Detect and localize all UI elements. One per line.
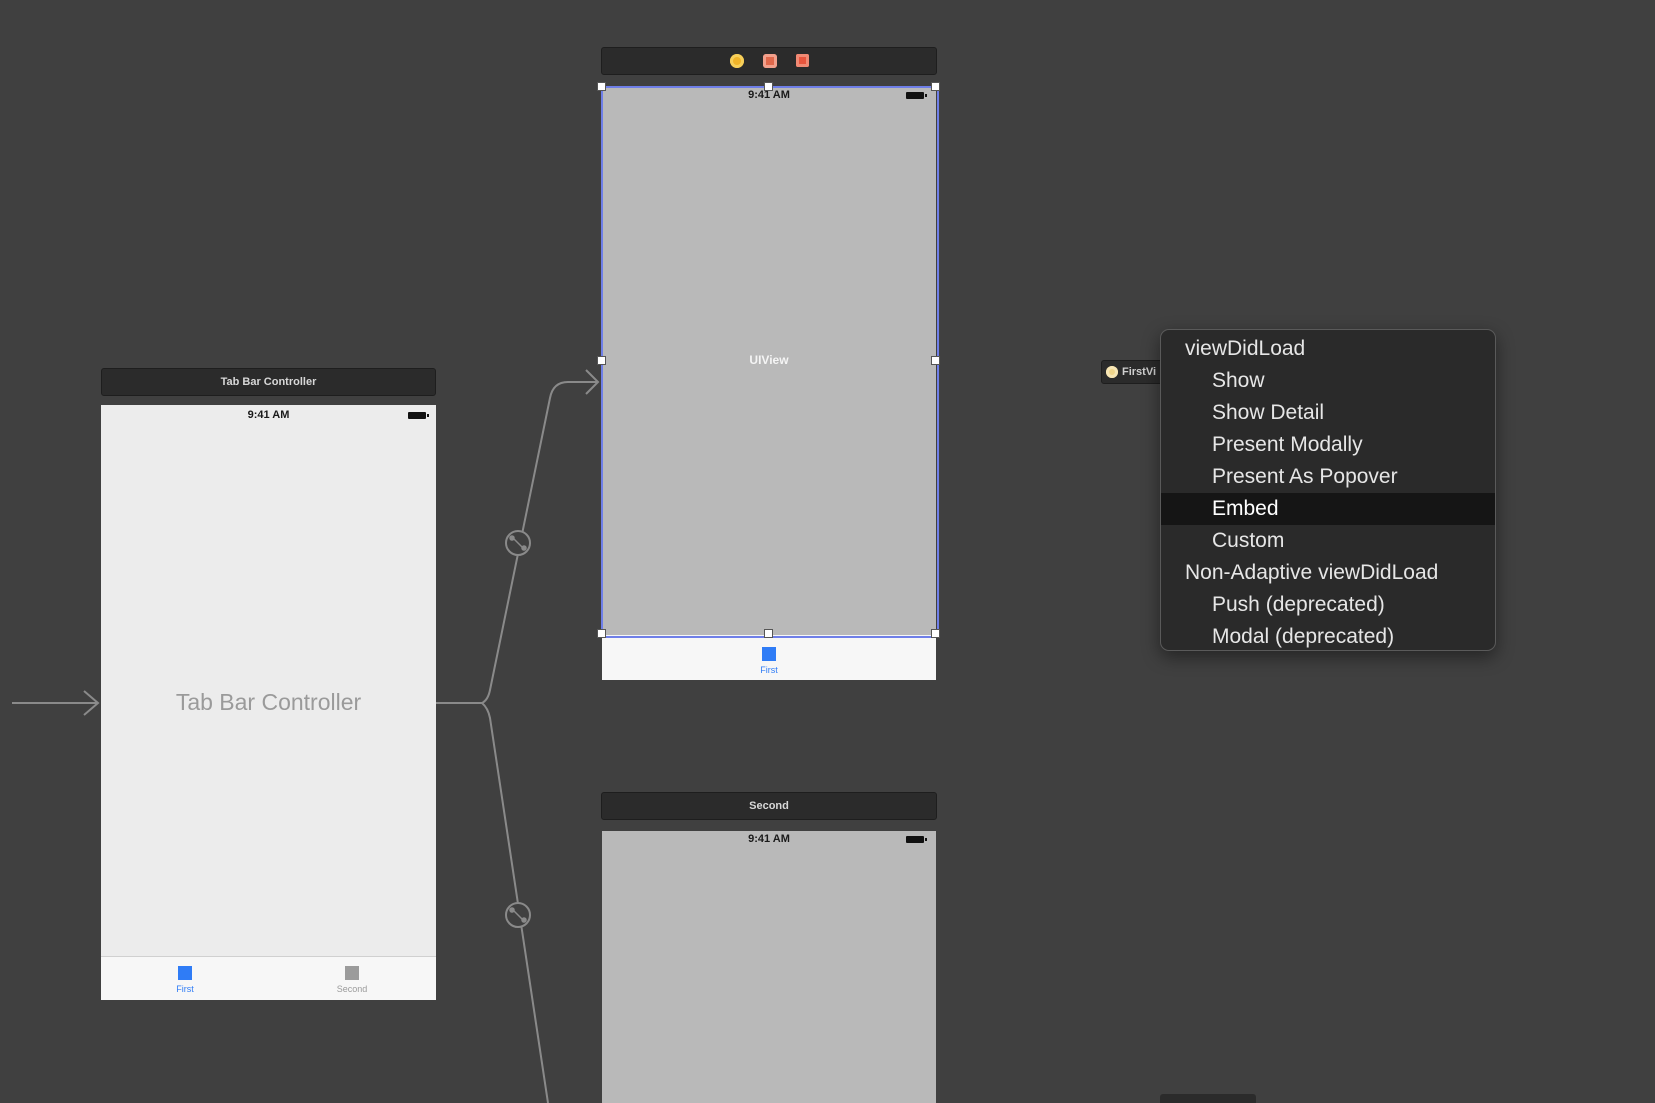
second-scene[interactable]: 9:41 AM bbox=[602, 831, 936, 1103]
tab-bar: First Second bbox=[101, 956, 436, 1000]
exit-icon[interactable] bbox=[796, 54, 809, 67]
tab-first[interactable]: First bbox=[155, 966, 215, 994]
status-bar-time: 9:41 AM bbox=[748, 833, 790, 845]
menu-item-push-deprecated[interactable]: Push (deprecated) bbox=[1161, 589, 1495, 621]
partial-scene-bar bbox=[1160, 1094, 1256, 1103]
first-responder-icon[interactable] bbox=[763, 54, 777, 68]
second-tab-icon bbox=[345, 966, 359, 980]
battery-icon bbox=[906, 836, 927, 843]
resize-handle-bottom-right[interactable] bbox=[931, 629, 940, 638]
resize-handle-bottom-left[interactable] bbox=[597, 629, 606, 638]
tab-first-label: First bbox=[760, 665, 778, 675]
first-scene-dock[interactable] bbox=[601, 47, 937, 75]
first-scene[interactable]: 9:41 AM UIView First bbox=[597, 82, 940, 680]
status-bar-time: 9:41 AM bbox=[247, 409, 290, 421]
resize-handle-top-left[interactable] bbox=[597, 82, 606, 91]
first-view-controller-tag-label: FirstVi bbox=[1122, 366, 1157, 378]
resize-handle-top-right[interactable] bbox=[931, 82, 940, 91]
resize-handle-right[interactable] bbox=[931, 356, 940, 365]
resize-handle-bottom[interactable] bbox=[764, 629, 773, 638]
menu-item-show-detail[interactable]: Show Detail bbox=[1161, 397, 1495, 429]
menu-item-embed[interactable]: Embed bbox=[1161, 493, 1495, 525]
menu-header-viewdidload: viewDidLoad bbox=[1185, 337, 1306, 360]
menu-item-custom[interactable]: Custom bbox=[1161, 525, 1495, 557]
menu-item-present-modally[interactable]: Present Modally bbox=[1161, 429, 1495, 461]
tab-first[interactable]: First bbox=[739, 647, 799, 675]
tab-second-label: Second bbox=[336, 984, 368, 994]
tab-bar-controller-placeholder-label: Tab Bar Controller bbox=[175, 689, 362, 715]
menu-item-modal-deprecated[interactable]: Modal (deprecated) bbox=[1161, 621, 1495, 653]
first-view-controller-tag[interactable]: FirstVi bbox=[1101, 360, 1163, 384]
menu-item-present-as-popover[interactable]: Present As Popover bbox=[1161, 461, 1495, 493]
segue-type-menu: viewDidLoad Show Show Detail Present Mod… bbox=[1160, 329, 1496, 651]
selection-outline bbox=[601, 86, 939, 638]
menu-header-non-adaptive: Non-Adaptive viewDidLoad bbox=[1185, 561, 1439, 584]
battery-icon bbox=[408, 412, 429, 419]
tab-second[interactable]: Second bbox=[322, 966, 382, 994]
second-scene-title[interactable]: Second bbox=[601, 792, 937, 820]
tab-first-label: First bbox=[176, 984, 194, 994]
menu-item-show[interactable]: Show bbox=[1161, 365, 1495, 397]
resize-handle-left[interactable] bbox=[597, 356, 606, 365]
view-controller-icon bbox=[1106, 366, 1118, 378]
first-tab-icon bbox=[178, 966, 192, 980]
view-controller-icon[interactable] bbox=[730, 54, 744, 68]
relationship-segue-first bbox=[481, 381, 598, 704]
resize-handle-top[interactable] bbox=[764, 82, 773, 91]
tab-bar-controller-scene[interactable]: 9:41 AM Tab Bar Controller First Second bbox=[101, 405, 436, 1000]
first-tab-icon bbox=[762, 647, 776, 661]
tab-bar-controller-scene-title[interactable]: Tab Bar Controller bbox=[101, 368, 436, 396]
